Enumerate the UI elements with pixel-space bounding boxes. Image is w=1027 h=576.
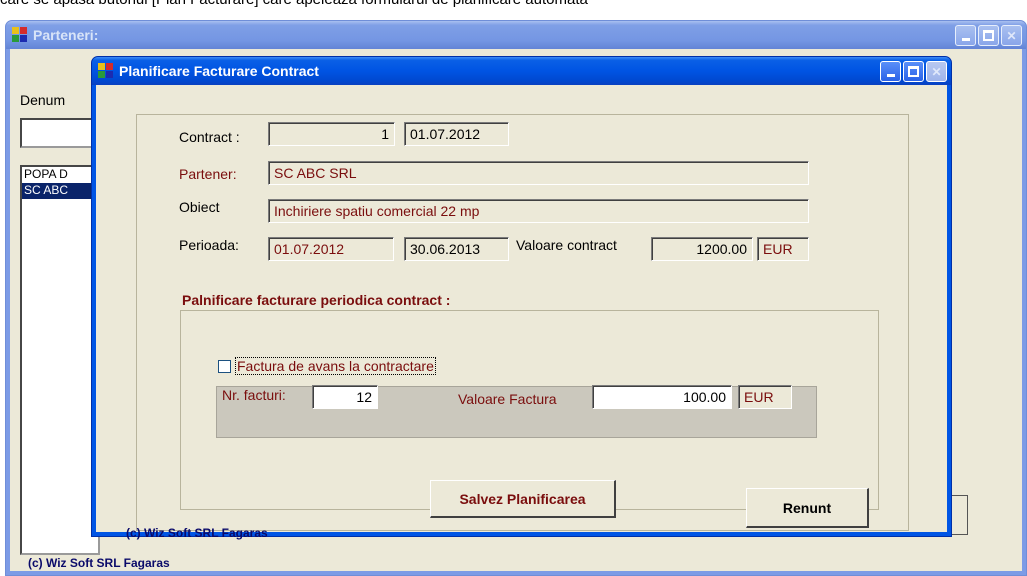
dialog-client: Contract : 1 01.07.2012 Partener: SC ABC… <box>96 85 947 540</box>
minimize-icon <box>961 38 970 41</box>
maximize-button[interactable] <box>903 61 924 82</box>
obiect-label: Obiect <box>179 199 220 215</box>
valoare-factura-input[interactable]: 100.00 <box>592 385 732 409</box>
maximize-icon <box>983 30 994 41</box>
page-caption: care se apasa butonul [Plan Facturare] c… <box>0 0 1027 9</box>
dialog-title: Planificare Facturare Contract <box>119 63 319 79</box>
partners-list[interactable]: POPA D SC ABC <box>20 165 100 555</box>
partener-label: Partener: <box>179 166 237 182</box>
valoare-factura-label: Valoare Factura <box>458 391 557 407</box>
maximize-button[interactable] <box>978 25 999 46</box>
close-button[interactable]: ✕ <box>926 61 947 82</box>
valoare-factura-currency: EUR <box>738 385 792 409</box>
perioada-start-field: 01.07.2012 <box>268 237 394 261</box>
denumire-label: Denum <box>20 92 66 108</box>
contract-number-field: 1 <box>268 122 395 146</box>
planning-group-label: Palnificare facturare periodica contract… <box>179 292 454 308</box>
perioada-label: Perioada: <box>179 237 239 253</box>
cancel-button[interactable]: Renunt <box>746 488 869 528</box>
close-icon: ✕ <box>931 64 942 79</box>
list-item-selected[interactable]: SC ABC <box>22 183 98 199</box>
app-icon <box>98 63 114 79</box>
nr-facturi-label: Nr. facturi: <box>222 387 286 403</box>
close-button[interactable]: ✕ <box>1001 25 1022 46</box>
partners-title: Parteneri: <box>33 27 99 43</box>
valoare-contract-currency: EUR <box>757 237 809 261</box>
partener-field: SC ABC SRL <box>268 161 809 185</box>
nr-facturi-input[interactable]: 12 <box>312 385 378 409</box>
denumire-search-input[interactable] <box>20 118 100 148</box>
minimize-button[interactable] <box>955 25 976 46</box>
avans-checkbox[interactable] <box>218 359 231 373</box>
valoare-contract-field: 1200.00 <box>651 237 753 261</box>
minimize-button[interactable] <box>880 61 901 82</box>
maximize-icon <box>908 66 919 77</box>
dialog-footer: (c) Wiz Soft SRL Fagaras <box>126 526 268 540</box>
close-icon: ✕ <box>1006 28 1017 43</box>
contract-date-field: 01.07.2012 <box>404 122 509 146</box>
obiect-field: Inchiriere spatiu comercial 22 mp <box>268 199 809 223</box>
contract-label: Contract : <box>179 129 240 145</box>
avans-checkbox-label[interactable]: Factura de avans la contractare <box>235 357 436 375</box>
partners-titlebar[interactable]: Parteneri: ✕ <box>6 21 1026 49</box>
perioada-end-field: 30.06.2013 <box>404 237 509 261</box>
avans-checkbox-row[interactable]: Factura de avans la contractare <box>218 357 436 375</box>
valoare-contract-label: Valoare contract <box>516 237 617 253</box>
planning-dialog: Planificare Facturare Contract ✕ Contrac… <box>91 56 952 540</box>
partners-footer: (c) Wiz Soft SRL Fagaras <box>28 556 170 570</box>
save-planning-button[interactable]: Salvez Planificarea <box>430 480 616 518</box>
minimize-icon <box>886 74 895 77</box>
app-icon <box>12 27 28 43</box>
dialog-titlebar[interactable]: Planificare Facturare Contract ✕ <box>92 57 951 85</box>
list-item[interactable]: POPA D <box>22 167 98 183</box>
